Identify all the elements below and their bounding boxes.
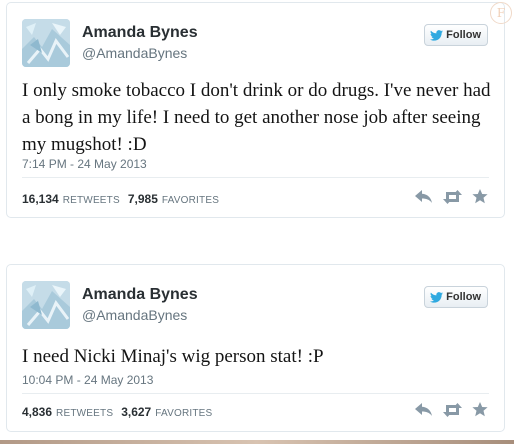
favorite-count[interactable]: 3,627 [121, 405, 151, 419]
tweet-text: I need Nicki Minaj's wig person stat! :P [22, 346, 324, 367]
avatar[interactable] [22, 19, 70, 67]
tweet-text: I only smoke tobacco I don't drink or do… [22, 80, 491, 155]
twitter-bird-icon [430, 291, 444, 303]
favorite-label[interactable]: FAVORITES [162, 195, 219, 206]
divider [22, 393, 489, 394]
follow-button-label: Follow [446, 29, 481, 41]
follow-button-label: Follow [446, 291, 481, 303]
reply-icon[interactable] [415, 189, 433, 204]
retweet-count[interactable]: 16,134 [22, 192, 59, 206]
background-strip [0, 440, 514, 444]
tweet-stats: 16,134 RETWEETS 7,985 FAVORITES [22, 192, 223, 206]
reply-icon[interactable] [415, 402, 433, 417]
tweet-card: Amanda Bynes @AmandaBynes Follow I need … [6, 264, 505, 432]
tweet-card: Amanda Bynes @AmandaBynes Follow I only … [6, 2, 505, 218]
user-handle[interactable]: @AmandaBynes [82, 307, 187, 323]
favorite-label[interactable]: FAVORITES [155, 408, 212, 419]
follow-button[interactable]: Follow [424, 24, 488, 46]
divider [22, 177, 489, 178]
tweet-timestamp[interactable]: 10:04 PM - 24 May 2013 [22, 373, 153, 387]
tweet-timestamp[interactable]: 7:14 PM - 24 May 2013 [22, 157, 147, 171]
favorite-count[interactable]: 7,985 [128, 192, 158, 206]
user-fullname[interactable]: Amanda Bynes [82, 24, 198, 42]
retweet-icon[interactable] [443, 189, 462, 204]
watermark-logo: F [490, 2, 512, 24]
favorite-icon[interactable] [472, 189, 488, 204]
retweet-count[interactable]: 4,836 [22, 405, 52, 419]
tweet-actions [415, 402, 488, 417]
follow-button[interactable]: Follow [424, 286, 488, 308]
retweet-label[interactable]: RETWEETS [56, 408, 113, 419]
retweet-icon[interactable] [443, 402, 462, 417]
retweet-label[interactable]: RETWEETS [63, 195, 120, 206]
avatar[interactable] [22, 281, 70, 329]
favorite-icon[interactable] [472, 402, 488, 417]
twitter-bird-icon [430, 29, 444, 41]
tweet-actions [415, 189, 488, 204]
tweet-stats: 4,836 RETWEETS 3,627 FAVORITES [22, 405, 216, 419]
user-handle[interactable]: @AmandaBynes [82, 45, 187, 61]
user-fullname[interactable]: Amanda Bynes [82, 286, 198, 304]
